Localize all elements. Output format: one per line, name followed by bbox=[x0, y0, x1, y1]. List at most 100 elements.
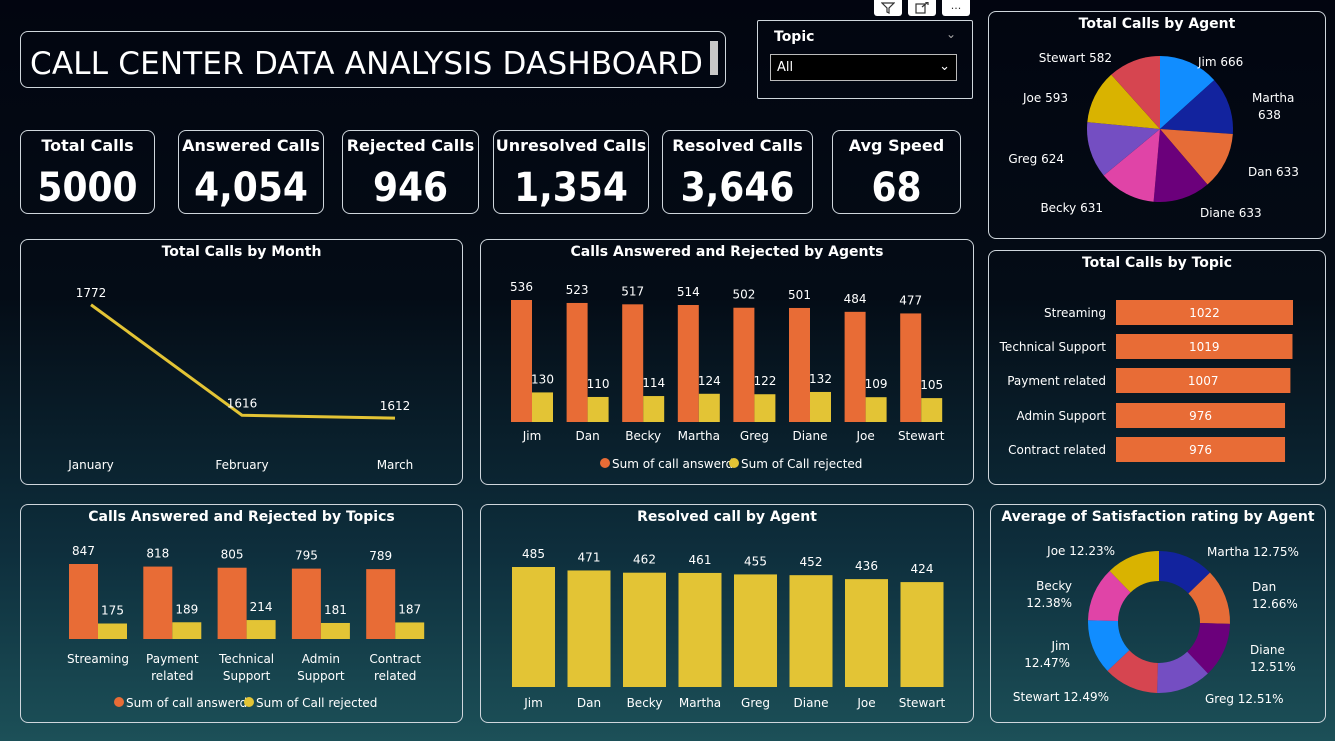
data-label: 523 bbox=[566, 283, 589, 297]
bar-answered bbox=[677, 305, 699, 422]
slice-label: Stewart 582 bbox=[1039, 51, 1112, 65]
data-label: 462 bbox=[633, 553, 656, 567]
x-tick-label: Becky bbox=[625, 429, 661, 443]
bar-resolved bbox=[567, 570, 611, 687]
data-label: 1616 bbox=[227, 396, 258, 410]
dropdown-arrow-icon: ⌄ bbox=[939, 59, 950, 74]
pie-chart: Jim 666 Martha 638 Dan 633 Diane 633 Becky 63… bbox=[1008, 51, 1299, 220]
legend-marker bbox=[600, 458, 610, 468]
bar-answered bbox=[511, 300, 532, 422]
data-label: 1772 bbox=[76, 286, 107, 300]
data-label: 461 bbox=[689, 553, 712, 567]
bar-rejected bbox=[587, 396, 609, 422]
bar-chart: 847 175 Streaming 818 189 Payment related 805 21… bbox=[67, 544, 425, 710]
bar-rejected bbox=[754, 394, 776, 422]
kpi-value: 3,646 bbox=[680, 165, 795, 211]
data-label: 818 bbox=[146, 547, 169, 561]
topic-dropdown[interactable]: All ⌄ bbox=[770, 54, 957, 81]
bar-answered bbox=[900, 313, 922, 422]
legend-label: Sum of call answerd bbox=[612, 457, 733, 471]
bar-rejected bbox=[172, 622, 202, 639]
more-options-icon[interactable]: ··· bbox=[942, 0, 970, 16]
bar-answered bbox=[69, 564, 98, 639]
slice-label: Greg 624 bbox=[1008, 152, 1064, 166]
kpi-value: 4,054 bbox=[194, 165, 308, 211]
chart-calls-by-topic[interactable]: Total Calls by Topic 1022 Streaming 1019 Te… bbox=[988, 250, 1326, 485]
bar-resolved bbox=[789, 575, 833, 687]
data-label: 847 bbox=[72, 544, 95, 558]
legend-marker bbox=[244, 697, 254, 707]
x-tick-label: Dan bbox=[575, 429, 599, 443]
slice-label: Martha 638 bbox=[1252, 91, 1294, 122]
x-tick-label: Jim bbox=[522, 429, 542, 443]
kpi-label: Unresolved Calls bbox=[495, 136, 647, 155]
bar-resolved bbox=[734, 574, 777, 687]
data-label: 132 bbox=[809, 372, 832, 386]
data-label: 424 bbox=[911, 562, 934, 576]
kpi-label: Answered Calls bbox=[182, 136, 320, 155]
kpi-value: 68 bbox=[871, 165, 922, 211]
y-tick-label: Payment related bbox=[1007, 374, 1106, 388]
data-label: 189 bbox=[175, 602, 198, 616]
kpi-label: Total Calls bbox=[41, 136, 134, 155]
chart-satisfaction-by-agent[interactable]: Average of Satisfaction rating by Agent … bbox=[990, 504, 1326, 723]
data-label: 455 bbox=[744, 554, 767, 568]
data-label: 471 bbox=[578, 550, 601, 564]
kpi-label: Resolved Calls bbox=[672, 136, 803, 155]
data-label: 110 bbox=[587, 377, 610, 391]
bar-resolved bbox=[512, 567, 555, 687]
data-label: 214 bbox=[250, 600, 273, 614]
data-label: 130 bbox=[531, 372, 554, 386]
legend-label: Sum of Call rejected bbox=[741, 457, 862, 471]
data-label: 484 bbox=[844, 292, 867, 306]
data-label: 105 bbox=[920, 378, 943, 392]
kpi-value: 946 bbox=[372, 165, 449, 211]
bar-answered bbox=[217, 567, 247, 639]
x-tick-label: Streaming bbox=[67, 652, 129, 666]
kpi-unresolved-calls: Unresolved Calls 1,354 bbox=[493, 130, 649, 214]
bar-rejected bbox=[921, 398, 943, 422]
legend-label: Sum of call answerd bbox=[126, 696, 247, 710]
slice-label: Martha 12.75% bbox=[1207, 545, 1299, 559]
slice-label: Diane 12.51% bbox=[1250, 643, 1296, 674]
kpi-total-calls: Total Calls 5000 bbox=[20, 130, 155, 214]
slice-label: Joe 593 bbox=[1022, 91, 1068, 105]
donut-chart: Martha 12.75% Dan 12.66% Diane 12.51% Greg 12… bbox=[1013, 544, 1299, 706]
bar-answered bbox=[366, 569, 396, 639]
data-label: 805 bbox=[221, 548, 244, 562]
chevron-down-icon[interactable]: ⌄ bbox=[946, 27, 956, 41]
data-label: 976 bbox=[1189, 443, 1212, 457]
bar-answered bbox=[733, 307, 755, 422]
kpi-answered-calls: Answered Calls 4,054 bbox=[178, 130, 324, 214]
focus-mode-icon[interactable] bbox=[908, 0, 936, 16]
filter-icon[interactable] bbox=[874, 0, 902, 16]
topic-slicer[interactable]: Topic ⌄ All ⌄ bbox=[757, 20, 973, 99]
chart-calls-by-month[interactable]: Total Calls by Month 1772 January 1616 Febr… bbox=[20, 239, 463, 485]
line-chart: 1772 January 1616 February 1612 March bbox=[67, 286, 413, 472]
slice-label: Dan 12.66% bbox=[1252, 580, 1298, 611]
legend-marker bbox=[114, 697, 124, 707]
data-label: 501 bbox=[788, 288, 811, 302]
y-tick-label: Contract related bbox=[1008, 443, 1106, 457]
data-label: 187 bbox=[398, 602, 421, 616]
visual-header-toolbar: ··· bbox=[874, 0, 970, 16]
bar-resolved bbox=[900, 582, 944, 687]
chart-answered-rejected-agents[interactable]: Calls Answered and Rejected by Agents 53… bbox=[480, 239, 974, 485]
bar-rejected bbox=[810, 391, 831, 422]
data-label: 109 bbox=[865, 377, 888, 391]
y-tick-label: Technical Support bbox=[999, 340, 1107, 354]
kpi-value: 5000 bbox=[37, 165, 138, 211]
topic-dropdown-value: All bbox=[777, 60, 794, 75]
data-label: 124 bbox=[698, 374, 721, 388]
x-tick-label: January bbox=[67, 458, 114, 472]
slice-label: Diane 633 bbox=[1200, 206, 1262, 220]
chart-resolved-by-agent[interactable]: Resolved call by Agent 485 Jim 471 Dan 462 Be… bbox=[480, 504, 974, 723]
chart-calls-by-agent-pie[interactable]: Total Calls by Agent Jim 666 Martha 638 Dan… bbox=[988, 11, 1326, 239]
bar-rejected bbox=[320, 622, 350, 639]
chart-answered-rejected-topics[interactable]: Calls Answered and Rejected by Topics 84… bbox=[20, 504, 463, 723]
x-tick-label: Greg bbox=[741, 696, 770, 710]
x-tick-label: Diane bbox=[794, 696, 829, 710]
slice-label: Stewart 12.49% bbox=[1013, 690, 1109, 704]
slice-label: Becky 631 bbox=[1040, 201, 1103, 215]
x-tick-label: February bbox=[215, 458, 268, 472]
